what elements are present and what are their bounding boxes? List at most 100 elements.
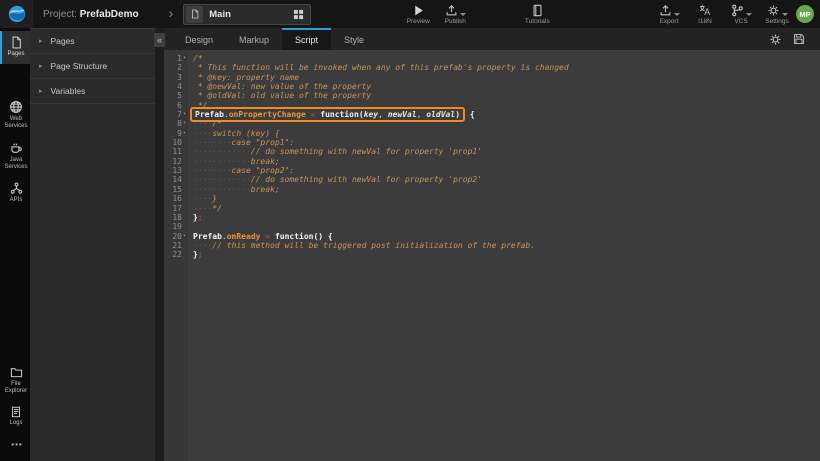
api-icon [10, 182, 23, 195]
book-icon [531, 4, 544, 17]
code-line-22[interactable]: }; [193, 250, 820, 259]
code-line-9[interactable]: ····switch (key) { [193, 129, 820, 138]
code-line-3[interactable]: * @key: property name [193, 73, 820, 82]
code-line-5[interactable]: * @oldVal: old value of the property [193, 91, 820, 100]
rail-item-label: Pages [7, 51, 24, 58]
line-number: 21 [172, 241, 182, 250]
line-number: 20 [172, 232, 182, 241]
gear-button[interactable] [769, 33, 782, 46]
sidebar-section-label: Variables [51, 86, 86, 96]
rail-bottom-group: File Explorer Logs [0, 361, 30, 461]
rail-item-label: Web Services [2, 116, 30, 130]
export-button[interactable]: Export [654, 3, 684, 25]
collapse-panel-button[interactable]: « [154, 33, 165, 47]
caret-down-icon [674, 13, 680, 16]
code-line-14[interactable]: ············// do something with newVal … [193, 175, 820, 184]
upload-icon [659, 4, 672, 17]
user-avatar[interactable]: MP [796, 5, 814, 23]
code-line-21[interactable]: ····// this method will be triggered pos… [193, 241, 820, 250]
topbar-actions-mid: Tutorials [522, 3, 552, 25]
line-number: 22 [172, 250, 182, 259]
rail-item-web-services[interactable]: Web Services [0, 95, 30, 136]
preview-button[interactable]: Preview [403, 3, 433, 25]
highlight-box: Prefab.onPropertyChange = function(key, … [190, 107, 465, 122]
i18n-button[interactable]: AI18N [690, 3, 720, 25]
rail-item-logs[interactable]: Logs [0, 401, 30, 433]
chevron-right-icon[interactable]: › [169, 5, 174, 21]
line-number: 7 [177, 110, 182, 119]
line-number: 16 [172, 194, 182, 203]
settings-button[interactable]: Settings [762, 3, 792, 25]
translate-icon: A [699, 4, 712, 17]
topbar-actions-right: Export AI18N VCS Settings [654, 3, 792, 25]
more-icon [10, 438, 23, 451]
rail-top-group: Pages Web Services Java Services APIs [0, 31, 30, 210]
rail-item-java-services[interactable]: Java Services [0, 136, 30, 177]
toolbar-item-label: Tutorials [525, 18, 550, 25]
toolbar-item-label: VCS [734, 18, 747, 25]
save-button[interactable] [793, 33, 805, 45]
tutorials-button[interactable]: Tutorials [522, 3, 552, 25]
vcs-button[interactable]: VCS [726, 3, 756, 25]
sidebar-section-label: Page Structure [51, 61, 108, 71]
rail-item-file-explorer[interactable]: File Explorer [0, 361, 30, 401]
code-line-11[interactable]: ············// do something with newVal … [193, 147, 820, 156]
toolbar-item-label: Publish [445, 18, 466, 25]
page-tab-main[interactable]: Main [183, 4, 311, 25]
sidebar-section-variables[interactable]: ▸ Variables [30, 79, 155, 104]
rail-item-label: APIs [10, 197, 23, 204]
code-line-13[interactable]: ········case "prop2": [193, 166, 820, 175]
rail-item-item[interactable] [0, 433, 30, 461]
code-line-20[interactable]: Prefab.onReady = function() { [193, 232, 820, 241]
left-icon-rail: Pages Web Services Java Services APIs File … [0, 28, 30, 461]
tab-style[interactable]: Style [331, 28, 377, 50]
publish-button[interactable]: Publish [440, 3, 470, 25]
editor-pane: DesignMarkupScriptStyle 1▾234567▾8▾9▾101… [164, 28, 820, 461]
line-number: 5 [177, 91, 182, 100]
code-line-1[interactable]: /* [193, 54, 820, 63]
code-line-19[interactable] [193, 222, 820, 231]
code-line-16[interactable]: ····} [193, 194, 820, 203]
code-line-15[interactable]: ············break; [193, 185, 820, 194]
tab-script[interactable]: Script [282, 28, 331, 50]
code-line-4[interactable]: * @newVal: new value of the property [193, 82, 820, 91]
main-area: Pages Web Services Java Services APIs File … [0, 28, 820, 461]
code-line-7[interactable]: Prefab.onPropertyChange = function(key, … [193, 110, 820, 119]
tab-markup[interactable]: Markup [226, 28, 282, 50]
code-line-10[interactable]: ········case "prop1": [193, 138, 820, 147]
line-number: 11 [172, 147, 182, 156]
coffee-icon [9, 141, 23, 155]
rail-item-pages[interactable]: Pages [0, 31, 30, 64]
wavemaker-logo[interactable] [0, 0, 33, 28]
toolbar-item-label: Settings [765, 18, 789, 25]
svg-text:A: A [704, 8, 710, 17]
code-line-17[interactable]: ····*/ [193, 204, 820, 213]
top-bar: Project: PrefabDemo › Main PreviewPublis… [0, 0, 820, 28]
toolbar-item-label: Export [660, 18, 679, 25]
script-editor[interactable]: 1▾234567▾8▾9▾1011121314151617181920▾2122… [164, 50, 820, 461]
logs-icon [10, 406, 22, 418]
expand-arrow-icon: ▸ [39, 87, 43, 95]
gear-icon [767, 4, 780, 17]
code-line-12[interactable]: ············break; [193, 157, 820, 166]
rail-item-label: Logs [9, 420, 22, 427]
code-line-18[interactable]: }; [193, 213, 820, 222]
line-number: 15 [172, 185, 182, 194]
grid-icon[interactable] [293, 9, 304, 20]
sidebar-section-pages[interactable]: ▸Pages [30, 29, 155, 54]
line-number: 14 [172, 175, 182, 184]
editor-tabs: DesignMarkupScriptStyle [172, 28, 377, 50]
left-panel: ▸Pages▸Page Structure ▸ Variables [30, 28, 155, 461]
rail-item-label: File Explorer [2, 381, 30, 395]
tab-design[interactable]: Design [172, 28, 226, 50]
code-content[interactable]: /* * This function will be invoked when … [188, 50, 820, 461]
panel-divider[interactable]: « [155, 28, 164, 461]
rail-spacer [0, 210, 30, 361]
caret-down-icon [460, 13, 466, 16]
line-number: 9 [177, 129, 182, 138]
line-number-gutter: 1▾234567▾8▾9▾1011121314151617181920▾2122 [164, 50, 188, 461]
code-line-2[interactable]: * This function will be invoked when any… [193, 63, 820, 72]
toolbar-item-label: Preview [407, 18, 430, 25]
sidebar-section-page-structure[interactable]: ▸Page Structure [30, 54, 155, 79]
rail-item-apis[interactable]: APIs [0, 177, 30, 210]
